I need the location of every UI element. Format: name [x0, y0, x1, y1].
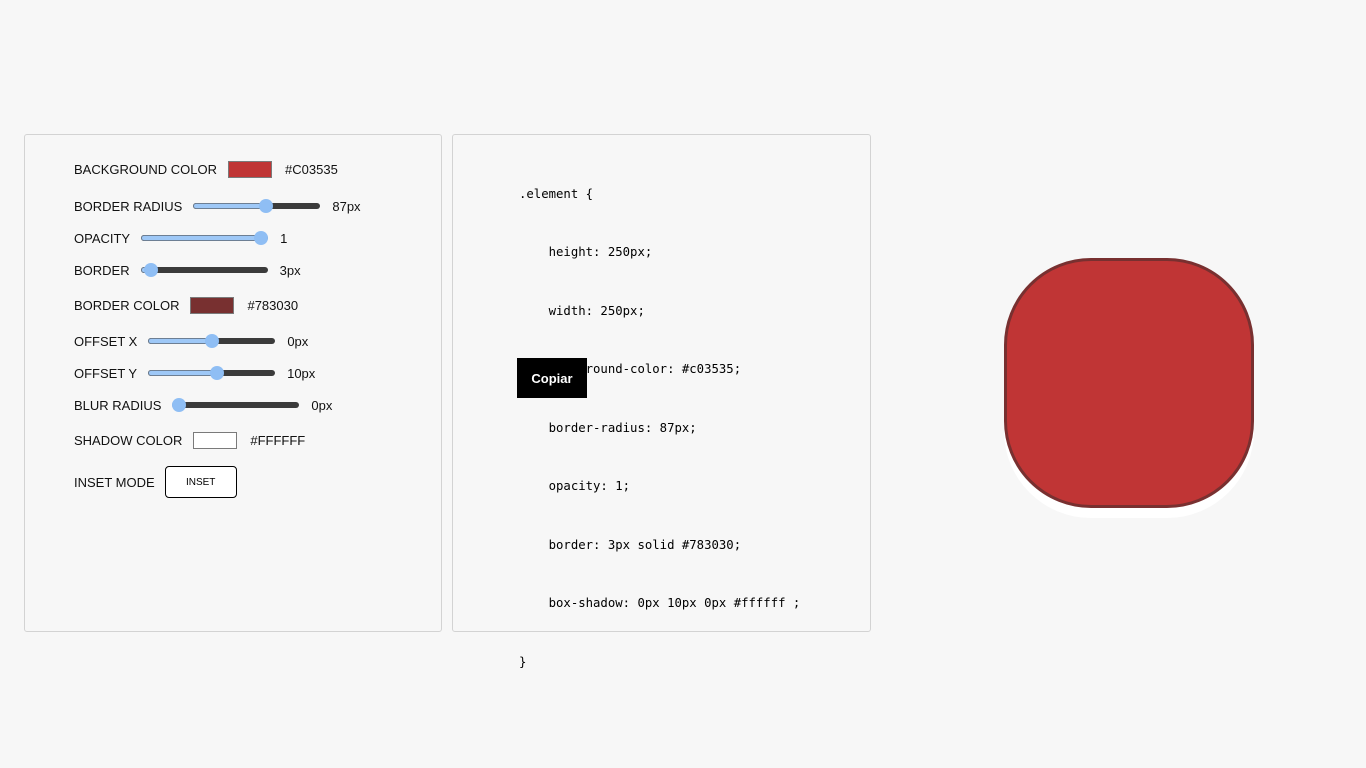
- background-color-value: #C03535: [285, 162, 338, 177]
- slider-thumb[interactable]: [258, 199, 273, 213]
- border-control: BORDER 3px: [74, 262, 301, 278]
- border-slider[interactable]: [140, 262, 268, 278]
- offset-x-control: OFFSET X 0px: [74, 333, 308, 349]
- offset-x-value: 0px: [287, 333, 309, 349]
- border-radius-label: BORDER RADIUS: [74, 198, 183, 214]
- border-radius-value: 87px: [332, 198, 361, 214]
- opacity-control: OPACITY 1: [74, 230, 287, 246]
- preview-element: [1004, 258, 1254, 508]
- slider-fill: [148, 370, 218, 376]
- shadow-color-picker[interactable]: [193, 432, 238, 449]
- offset-y-value: 10px: [287, 365, 316, 381]
- offset-y-slider[interactable]: [148, 365, 276, 381]
- border-color-label: BORDER COLOR: [74, 298, 180, 313]
- code-line: }: [519, 654, 527, 669]
- css-code-block: .element { height: 250px; width: 250px; …: [519, 165, 800, 711]
- slider-track: [172, 402, 300, 408]
- inset-button[interactable]: INSET: [164, 466, 237, 498]
- offset-y-control: OFFSET Y 10px: [74, 365, 315, 381]
- offset-y-label: OFFSET Y: [74, 365, 138, 381]
- border-color-control: BORDER COLOR #783030: [74, 297, 298, 314]
- slider-thumb[interactable]: [254, 231, 269, 245]
- slider-fill: [148, 338, 212, 344]
- inset-mode-label: INSET MODE: [74, 474, 155, 490]
- blur-radius-value: 0px: [311, 397, 333, 413]
- slider-fill: [193, 203, 266, 209]
- border-value: 3px: [279, 262, 301, 278]
- shadow-color-control: SHADOW COLOR #FFFFFF: [74, 432, 305, 449]
- blur-radius-control: BLUR RADIUS 0px: [74, 397, 332, 413]
- blur-radius-label: BLUR RADIUS: [74, 397, 162, 413]
- code-line: border: 3px solid #783030;: [519, 537, 742, 552]
- slider-fill: [141, 235, 262, 241]
- slider-thumb[interactable]: [172, 398, 187, 412]
- border-color-value: #783030: [247, 298, 299, 313]
- background-color-label: BACKGROUND COLOR: [74, 162, 218, 177]
- slider-thumb[interactable]: [204, 334, 219, 348]
- shadow-color-value: #FFFFFF: [250, 433, 306, 448]
- border-label: BORDER: [74, 262, 130, 278]
- opacity-slider[interactable]: [141, 230, 269, 246]
- code-line: height: 250px;: [519, 245, 653, 259]
- slider-thumb[interactable]: [210, 366, 225, 380]
- offset-x-slider[interactable]: [148, 333, 276, 349]
- opacity-value: 1: [280, 230, 288, 246]
- background-color-picker[interactable]: [228, 161, 273, 178]
- code-line: box-shadow: 0px 10px 0px #ffffff ;: [519, 596, 801, 610]
- code-line: border-radius: 87px;: [519, 420, 697, 435]
- border-radius-control: BORDER RADIUS 87px: [74, 198, 361, 214]
- blur-radius-slider[interactable]: [172, 397, 300, 413]
- controls-panel: BACKGROUND COLOR #C03535 BORDER RADIUS 8…: [24, 134, 442, 632]
- shadow-color-label: SHADOW COLOR: [74, 433, 183, 448]
- opacity-label: OPACITY: [74, 230, 131, 246]
- code-line: opacity: 1;: [519, 479, 631, 493]
- border-color-picker[interactable]: [190, 297, 235, 314]
- code-panel: .element { height: 250px; width: 250px; …: [452, 134, 871, 669]
- code-line: width: 250px;: [519, 303, 645, 318]
- code-line: .element {: [519, 186, 594, 201]
- offset-x-label: OFFSET X: [74, 333, 138, 349]
- slider-thumb[interactable]: [144, 263, 158, 277]
- inset-mode-control: INSET MODE INSET: [74, 466, 237, 498]
- border-radius-slider[interactable]: [193, 198, 321, 214]
- slider-track: [140, 267, 268, 273]
- copy-button[interactable]: Copiar: [517, 358, 587, 398]
- background-color-control: BACKGROUND COLOR #C03535: [74, 161, 338, 178]
